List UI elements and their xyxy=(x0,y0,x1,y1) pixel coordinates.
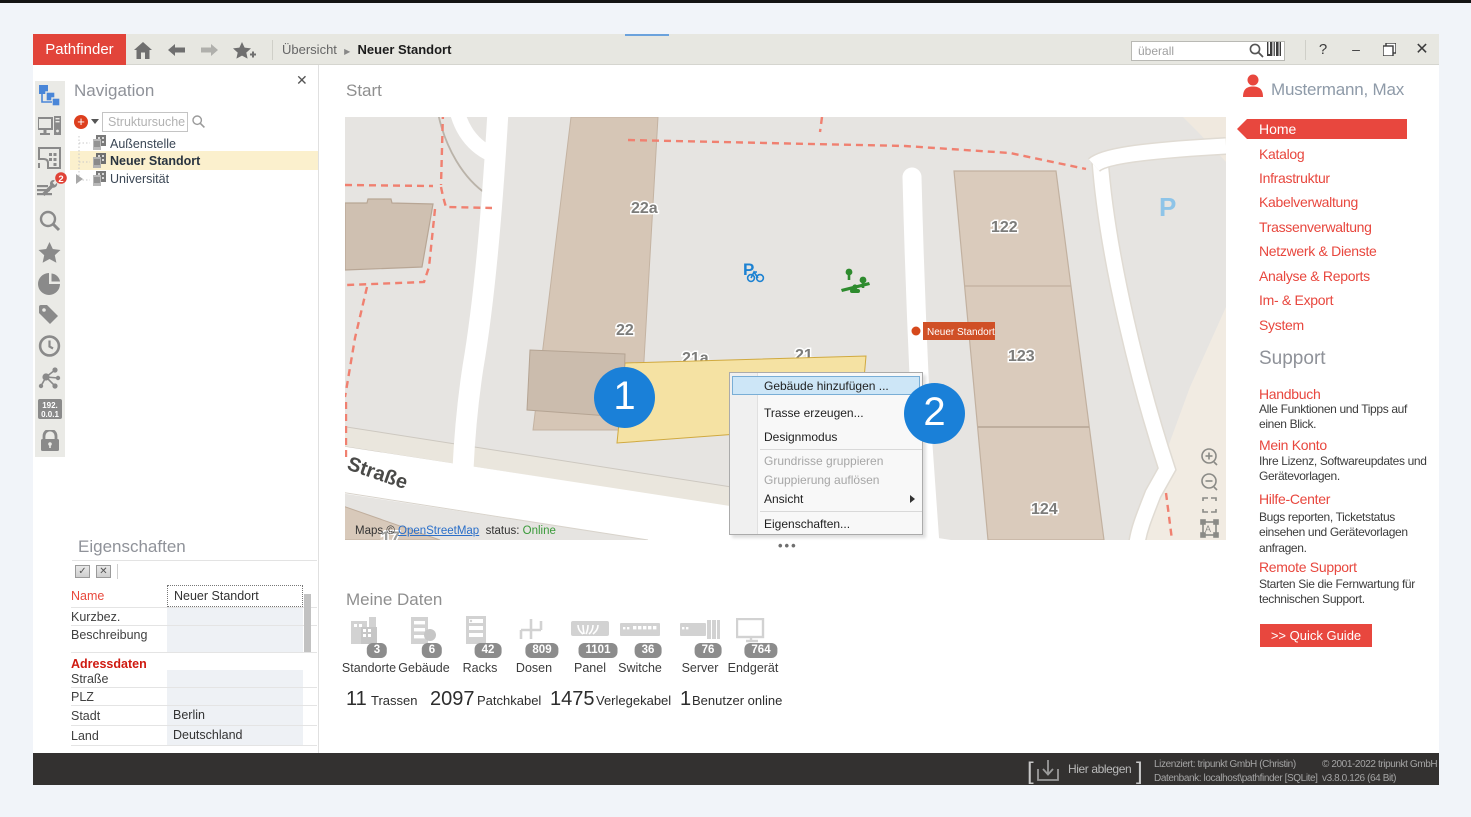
svg-text:Neuer Standort: Neuer Standort xyxy=(927,327,995,338)
svg-text:22a: 22a xyxy=(631,200,658,217)
svg-text:123: 123 xyxy=(1008,348,1035,365)
svg-text:2: 2 xyxy=(58,174,63,185)
svg-text:22: 22 xyxy=(616,322,634,339)
svg-text:122: 122 xyxy=(991,219,1018,236)
svg-text:P: P xyxy=(1159,192,1176,222)
svg-text:124: 124 xyxy=(1031,501,1058,518)
svg-text:A: A xyxy=(1205,524,1211,534)
